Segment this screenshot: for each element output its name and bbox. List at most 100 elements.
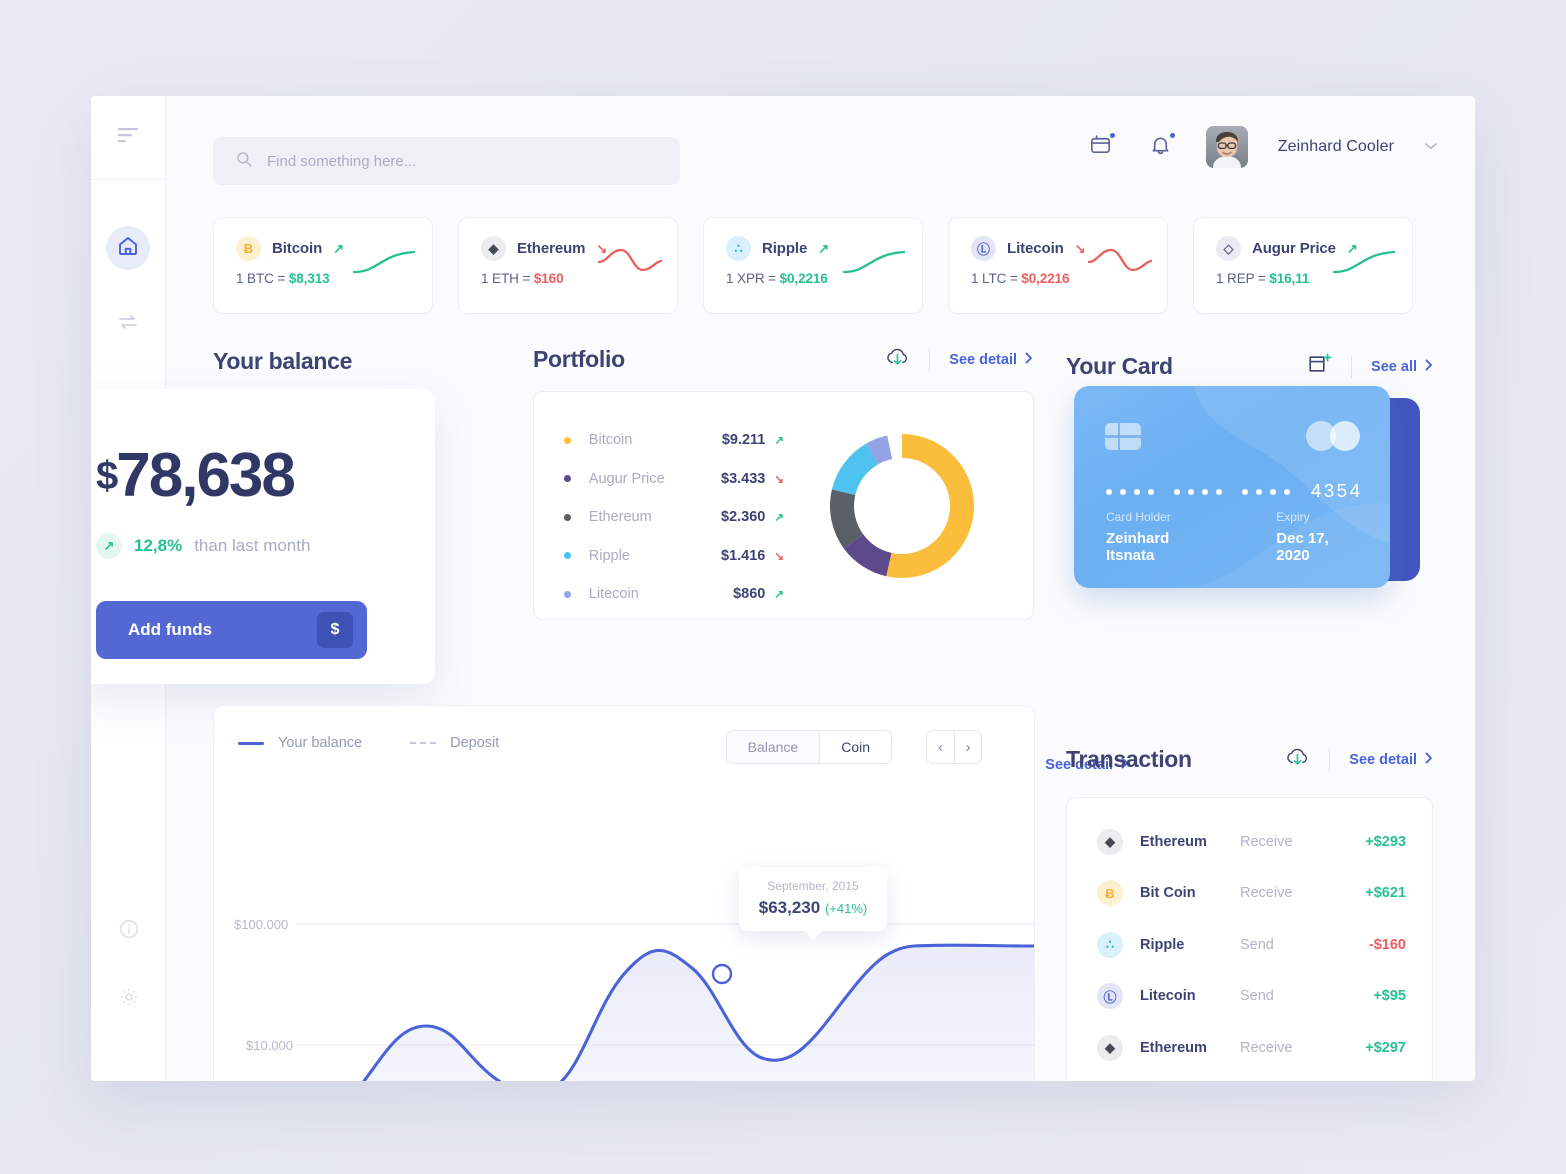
transaction-type: Receive	[1240, 885, 1293, 902]
tooltip-value: $63,230 (+41%)	[739, 898, 887, 918]
avatar[interactable]	[1205, 126, 1248, 168]
portfolio-row[interactable]: Litecoin $860 ↗	[564, 575, 784, 614]
card-chip-icon	[1105, 423, 1141, 450]
balance-amount: $78,638	[96, 445, 399, 507]
sidebar-bottom	[91, 909, 166, 1021]
card-see-all-link[interactable]: See all	[1371, 359, 1433, 375]
portfolio-asset-value: $860	[733, 586, 766, 603]
chevron-down-icon[interactable]	[1424, 138, 1438, 156]
notifications-button[interactable]	[1146, 131, 1177, 162]
transaction-see-detail-link[interactable]: See detail	[1349, 752, 1433, 768]
balance-area-chart-card: Your balance Deposit Balance Coin ‹ › $1…	[213, 705, 1035, 1081]
portfolio-row[interactable]: Augur Price $3.433 ↘	[564, 460, 784, 499]
legend-color-dot	[564, 590, 571, 598]
portfolio-asset-name: Ethereum	[588, 509, 652, 526]
card-digit-group	[1242, 489, 1291, 495]
crypto-card-bitcoin[interactable]: Ƀ Bitcoin ↗ 1 BTC = $8,313	[213, 217, 433, 314]
sidebar-item-exchange[interactable]	[106, 302, 150, 346]
transaction-type: Receive	[1240, 1039, 1293, 1056]
trend-up-arrow-icon: ↗	[818, 240, 830, 256]
transaction-header: Transaction See detail	[1066, 746, 1433, 773]
crypto-card-ripple[interactable]: ∴ Ripple ↗ 1 XPR = $0,2216	[703, 217, 923, 314]
portfolio-row[interactable]: Ripple $1.416 ↘	[564, 537, 784, 576]
user-name[interactable]: Zeinhard Cooler	[1278, 138, 1394, 156]
add-funds-button[interactable]: Add funds $	[96, 601, 367, 659]
transaction-row[interactable]: ∴ Ripple Send -$160	[1097, 919, 1406, 971]
portfolio-legend-list: Bitcoin $9.211 ↗ Augur Price $3.433 ↘ Et…	[534, 392, 784, 619]
transaction-row[interactable]: ◆ Ethereum Receive +$297	[1097, 1022, 1406, 1074]
card-number: 4354	[1106, 481, 1362, 503]
portfolio-asset-name: Litecoin	[588, 586, 639, 603]
trend-up-arrow-icon: ↗	[774, 512, 785, 525]
credit-card-front[interactable]: 4354 Card Holder Zeinhard Itsnata Expiry…	[1074, 386, 1390, 588]
portfolio-header: Portfolio See detail	[533, 346, 1033, 373]
transaction-asset: Ripple	[1140, 936, 1185, 953]
transaction-row[interactable]: Ⓛ Litecoin Send +$95	[1097, 971, 1406, 1023]
page-background: Zeinhard Cooler Ƀ Bitcoin ↗ 1 BTC = $8,3…	[0, 0, 1566, 1174]
crypto-card-ethereum[interactable]: ◆ Ethereum ↘ 1 ETH = $160	[458, 217, 678, 314]
ethereum-icon: ◆	[1097, 1034, 1123, 1061]
crypto-sparkline	[842, 250, 906, 274]
transaction-amount: +$95	[1373, 988, 1406, 1005]
card-holder-value: Zeinhard Itsnata	[1106, 530, 1170, 564]
sidebar-item-info[interactable]	[107, 909, 151, 953]
crypto-sparkline	[1332, 250, 1396, 274]
trend-up-arrow-icon: ↗	[774, 435, 785, 448]
litecoin-icon: Ⓛ	[1097, 983, 1123, 1010]
transaction-asset: Ethereum	[1140, 1039, 1207, 1056]
augur-icon: ◇	[1216, 236, 1241, 261]
exchange-icon	[116, 310, 140, 339]
litecoin-icon: Ⓛ	[971, 236, 996, 261]
search-input[interactable]	[267, 152, 658, 170]
portfolio-see-detail-link[interactable]: See detail	[949, 352, 1033, 368]
transaction-row[interactable]: ∴ Ripple Send -$133	[1097, 1074, 1406, 1082]
card-title: Your Card	[1066, 353, 1173, 379]
chart-tooltip: September, 2015 $63,230 (+41%)	[739, 867, 887, 940]
crypto-card-augur-price[interactable]: ◇ Augur Price ↗ 1 REP = $16,11	[1193, 217, 1413, 314]
crypto-ticker-row: Ƀ Bitcoin ↗ 1 BTC = $8,313 ◆ Ethereum ↘ …	[213, 217, 1413, 314]
donut-segment-bitcoin[interactable]	[885, 433, 974, 578]
transaction-actions: See detail	[1285, 746, 1433, 773]
cloud-download-icon[interactable]	[1285, 746, 1310, 773]
cloud-download-icon[interactable]	[885, 346, 910, 373]
sidebar-item-settings[interactable]	[107, 977, 151, 1021]
legend-color-dot	[564, 475, 571, 483]
sidebar-logo[interactable]	[91, 96, 165, 180]
info-icon	[118, 918, 140, 945]
chevron-right-icon	[1025, 352, 1033, 368]
legend-color-dot	[564, 513, 571, 521]
crypto-sparkline	[352, 250, 416, 274]
bitcoin-icon: Ƀ	[236, 236, 261, 261]
calendar-add-button[interactable]	[1086, 131, 1117, 162]
sidebar-item-home[interactable]	[106, 226, 150, 270]
divider	[1329, 748, 1331, 771]
transaction-row[interactable]: ◆ Ethereum Receive +$293	[1097, 816, 1406, 868]
balance-value: 78,638	[116, 441, 296, 510]
card-holder-block: Card Holder Zeinhard Itsnata	[1106, 510, 1216, 564]
sidebar-nav	[91, 180, 165, 422]
trend-down-arrow-icon: ↘	[1074, 240, 1086, 256]
transaction-row[interactable]: Ƀ Bit Coin Receive +$621	[1097, 868, 1406, 920]
portfolio-asset-name: Bitcoin	[588, 432, 633, 449]
hamburger-logo-icon	[116, 126, 140, 149]
balance-title: Your balance	[213, 348, 353, 374]
search-bar[interactable]	[213, 137, 680, 185]
portfolio-row[interactable]: Ethereum $2.360 ↗	[564, 498, 784, 537]
transaction-asset: Bit Coin	[1140, 885, 1196, 902]
calendar-badge	[1107, 131, 1117, 140]
crypto-card-litecoin[interactable]: Ⓛ Litecoin ↘ 1 LTC = $0,2216	[948, 217, 1168, 314]
card-header: Your Card See all	[1066, 353, 1433, 380]
add-card-icon[interactable]	[1308, 353, 1332, 380]
portfolio-asset-value: $1.416	[721, 547, 766, 564]
crypto-sparkline	[1087, 248, 1153, 272]
area-chart-svg	[296, 923, 1034, 1081]
portfolio-asset-value: $2.360	[721, 509, 766, 526]
portfolio-donut-chart	[784, 392, 1033, 619]
balance-change-percent: 12,8%	[134, 536, 183, 555]
trend-up-arrow-icon: ↗	[774, 589, 785, 602]
crypto-name: Ripple	[762, 240, 808, 257]
portfolio-row[interactable]: Bitcoin $9.211 ↗	[564, 421, 784, 460]
portfolio-asset-value: $3.433	[721, 470, 766, 487]
ethereum-icon: ◆	[481, 236, 506, 261]
trend-down-arrow-icon: ↘	[774, 550, 785, 563]
